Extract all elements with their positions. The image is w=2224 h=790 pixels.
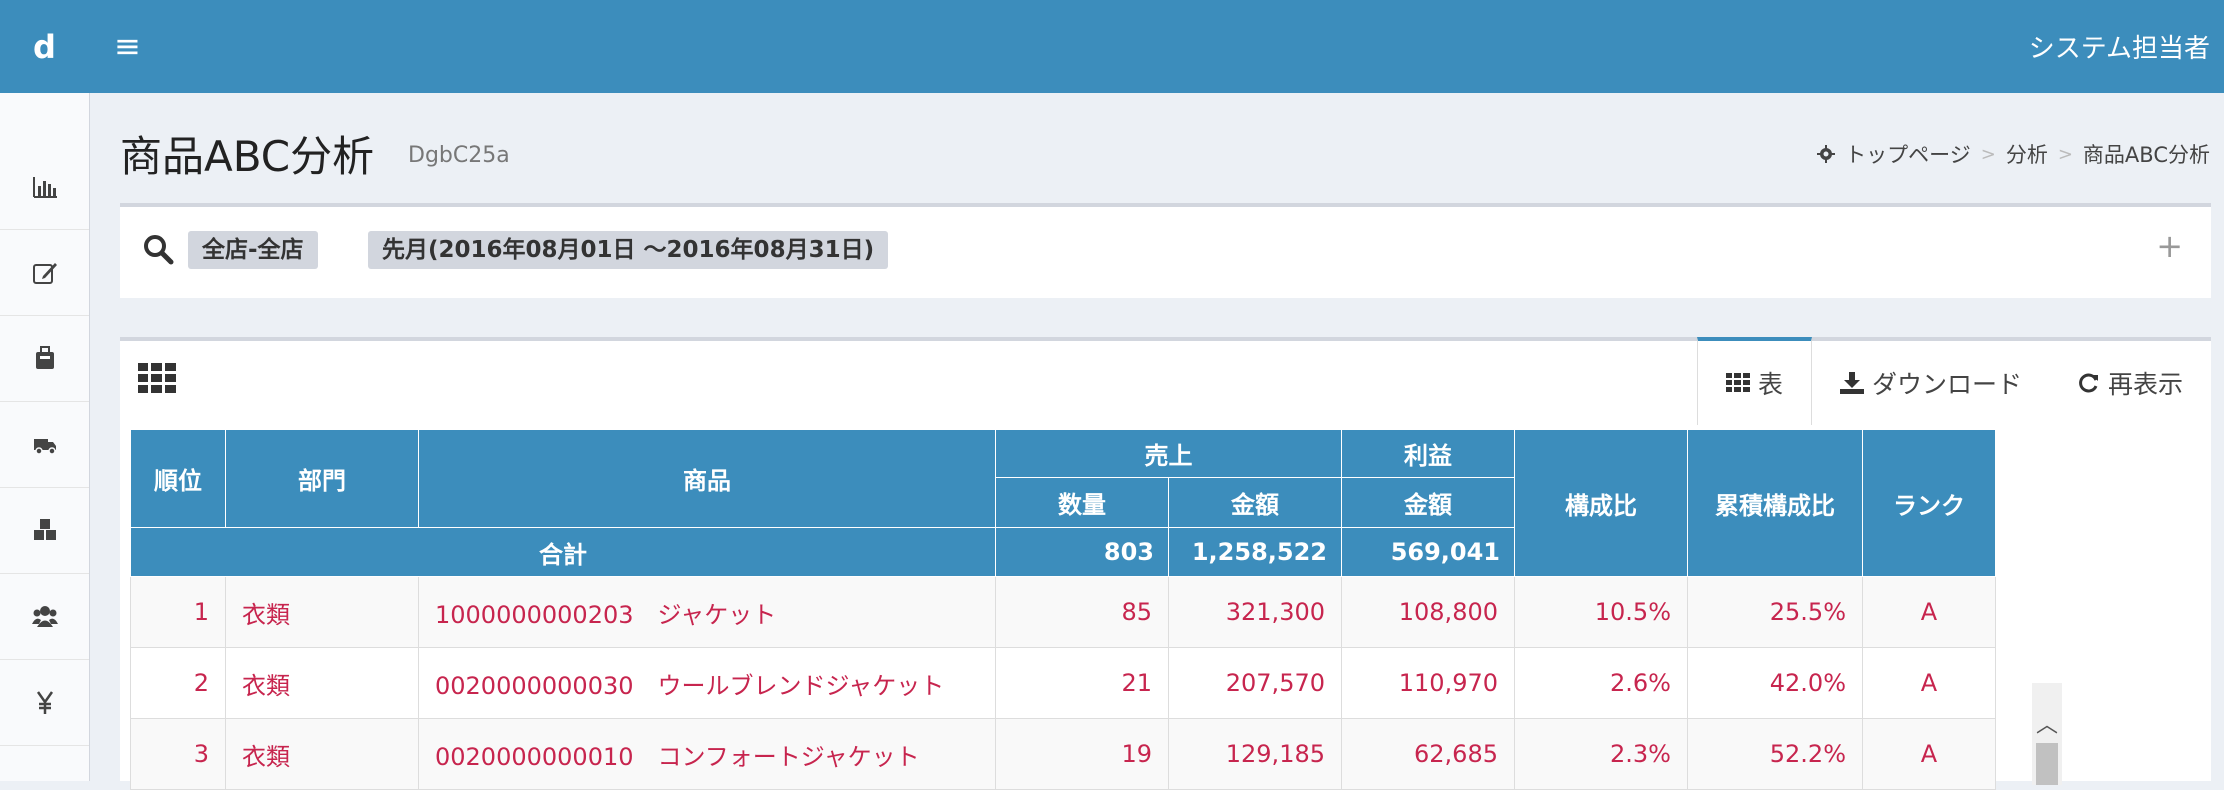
- table-icon: [1725, 373, 1750, 392]
- grid-icon: [138, 363, 176, 393]
- total-qty: 803: [995, 527, 1169, 577]
- sidebar-item-accounting[interactable]: [0, 659, 89, 746]
- tab-download[interactable]: ダウンロード: [1812, 337, 2050, 425]
- search-icon[interactable]: [142, 233, 174, 265]
- breadcrumb: トップページ > 分析 > 商品ABC分析: [1817, 139, 2210, 169]
- col-product[interactable]: 商品: [418, 429, 996, 528]
- tab-reload[interactable]: 再表示: [2050, 337, 2211, 425]
- expand-search-button[interactable]: +: [2156, 227, 2183, 265]
- cell-dept[interactable]: 衣類: [225, 647, 419, 719]
- cell-rank: 2: [130, 647, 226, 719]
- col-sales-qty[interactable]: 数量: [995, 477, 1169, 528]
- search-conditions-box: 全店-全店 先月(2016年08月01日 ～2016年08月31日) +: [120, 203, 2211, 298]
- col-group-sales: 売上: [995, 429, 1342, 478]
- abc-analysis-table: 順位 部門 商品 売上 利益 構成比 累積構成比 ランク 数量 金額 金額 合計…: [130, 429, 1996, 790]
- yen-icon: [36, 691, 53, 714]
- scrollbar-thumb[interactable]: [2036, 743, 2058, 785]
- cell-cumulative: 52.2%: [1687, 718, 1863, 790]
- table-row: 2 衣類 0020000000030 ウールブレンドジャケット 21 207,5…: [130, 647, 1996, 719]
- tab-reload-label: 再表示: [2107, 370, 2183, 399]
- cell-class: A: [1862, 576, 1996, 648]
- view-tabs: 表 ダウンロード 再表示: [1696, 337, 2211, 425]
- cell-product[interactable]: 0020000000030 ウールブレンドジャケット: [418, 647, 996, 719]
- cell-qty: 19: [995, 718, 1169, 790]
- cell-product[interactable]: 0020000000010 コンフォートジャケット: [418, 718, 996, 790]
- sidebar-item-edit[interactable]: [0, 229, 89, 316]
- breadcrumb-home-link[interactable]: トップページ: [1845, 139, 1971, 169]
- tab-table[interactable]: 表: [1696, 337, 1812, 425]
- col-rank-class[interactable]: ランク: [1862, 429, 1996, 577]
- cell-dept[interactable]: 衣類: [225, 718, 419, 790]
- store-filter-chip[interactable]: 全店-全店: [188, 231, 318, 269]
- top-navbar: d ≡ システム担当者: [0, 0, 2224, 93]
- cell-ratio: 2.6%: [1514, 647, 1688, 719]
- breadcrumb-section-link[interactable]: 分析: [2006, 139, 2048, 169]
- cell-profit: 110,970: [1341, 647, 1515, 719]
- sidebar-item-users[interactable]: [0, 573, 89, 660]
- result-panel: 表 ダウンロード 再表示 順位 部門 商品 売上 利益 構成比 累積構成比 ラン…: [120, 337, 2211, 790]
- cell-rank: 3: [130, 718, 226, 790]
- page-title: 商品ABC分析: [120, 132, 375, 181]
- bar-chart-icon: [32, 177, 57, 198]
- col-dept[interactable]: 部門: [225, 429, 419, 528]
- cell-amount: 207,570: [1168, 647, 1342, 719]
- refresh-icon: [2079, 373, 2098, 393]
- total-amount: 1,258,522: [1168, 527, 1342, 577]
- breadcrumb-separator: >: [1980, 143, 1996, 165]
- cell-dept[interactable]: 衣類: [225, 576, 419, 648]
- sidebar: [0, 93, 90, 781]
- cell-qty: 85: [995, 576, 1169, 648]
- table-row: 1 衣類 1000000000203 ジャケット 85 321,300 108,…: [130, 576, 1996, 648]
- cell-ratio: 2.3%: [1514, 718, 1688, 790]
- col-cumulative-ratio[interactable]: 累積構成比: [1687, 429, 1863, 577]
- col-rank[interactable]: 順位: [130, 429, 226, 528]
- total-label: 合計: [130, 527, 996, 577]
- col-profit-amount[interactable]: 金額: [1341, 477, 1515, 528]
- users-icon: [31, 606, 58, 627]
- page-subtitle: DgbC25a: [408, 143, 510, 168]
- col-ratio[interactable]: 構成比: [1514, 429, 1688, 577]
- cell-ratio: 10.5%: [1514, 576, 1688, 648]
- edit-icon: [32, 263, 57, 284]
- breadcrumb-separator: >: [2057, 143, 2073, 165]
- sidebar-item-inventory[interactable]: [0, 315, 89, 402]
- cell-cumulative: 42.0%: [1687, 647, 1863, 719]
- truck-icon: [33, 439, 56, 455]
- col-sales-amount[interactable]: 金額: [1168, 477, 1342, 528]
- user-menu[interactable]: システム担当者: [2029, 28, 2210, 65]
- table-scrollbar[interactable]: ︿: [2032, 683, 2062, 785]
- period-filter-chip[interactable]: 先月(2016年08月01日 ～2016年08月31日): [368, 231, 889, 269]
- cell-qty: 21: [995, 647, 1169, 719]
- cell-profit: 108,800: [1341, 576, 1515, 648]
- gear-icon: [1817, 145, 1836, 163]
- cell-amount: 129,185: [1168, 718, 1342, 790]
- cell-rank: 1: [130, 576, 226, 648]
- sidebar-item-delivery[interactable]: [0, 401, 89, 488]
- cell-product[interactable]: 1000000000203 ジャケット: [418, 576, 996, 648]
- briefcase-icon: [35, 346, 54, 369]
- tab-table-label: 表: [1757, 370, 1783, 399]
- sidebar-item-analysis[interactable]: [0, 143, 89, 230]
- main-content: 商品ABC分析 DgbC25a トップページ > 分析 > 商品ABC分析 全店…: [90, 93, 2224, 790]
- cell-class: A: [1862, 647, 1996, 719]
- total-profit: 569,041: [1341, 527, 1515, 577]
- menu-toggle-icon[interactable]: ≡: [114, 27, 144, 65]
- cubes-icon: [33, 519, 56, 540]
- download-icon: [1839, 372, 1864, 394]
- cell-amount: 321,300: [1168, 576, 1342, 648]
- col-group-profit: 利益: [1341, 429, 1515, 478]
- app-logo[interactable]: d: [0, 0, 89, 93]
- table-row: 3 衣類 0020000000010 コンフォートジャケット 19 129,18…: [130, 718, 1996, 790]
- sidebar-item-products[interactable]: [0, 487, 89, 574]
- breadcrumb-current: 商品ABC分析: [2082, 143, 2210, 167]
- cell-class: A: [1862, 718, 1996, 790]
- tab-download-label: ダウンロード: [1871, 370, 2022, 399]
- scroll-up-icon[interactable]: ︿: [2036, 707, 2058, 739]
- cell-profit: 62,685: [1341, 718, 1515, 790]
- cell-cumulative: 25.5%: [1687, 576, 1863, 648]
